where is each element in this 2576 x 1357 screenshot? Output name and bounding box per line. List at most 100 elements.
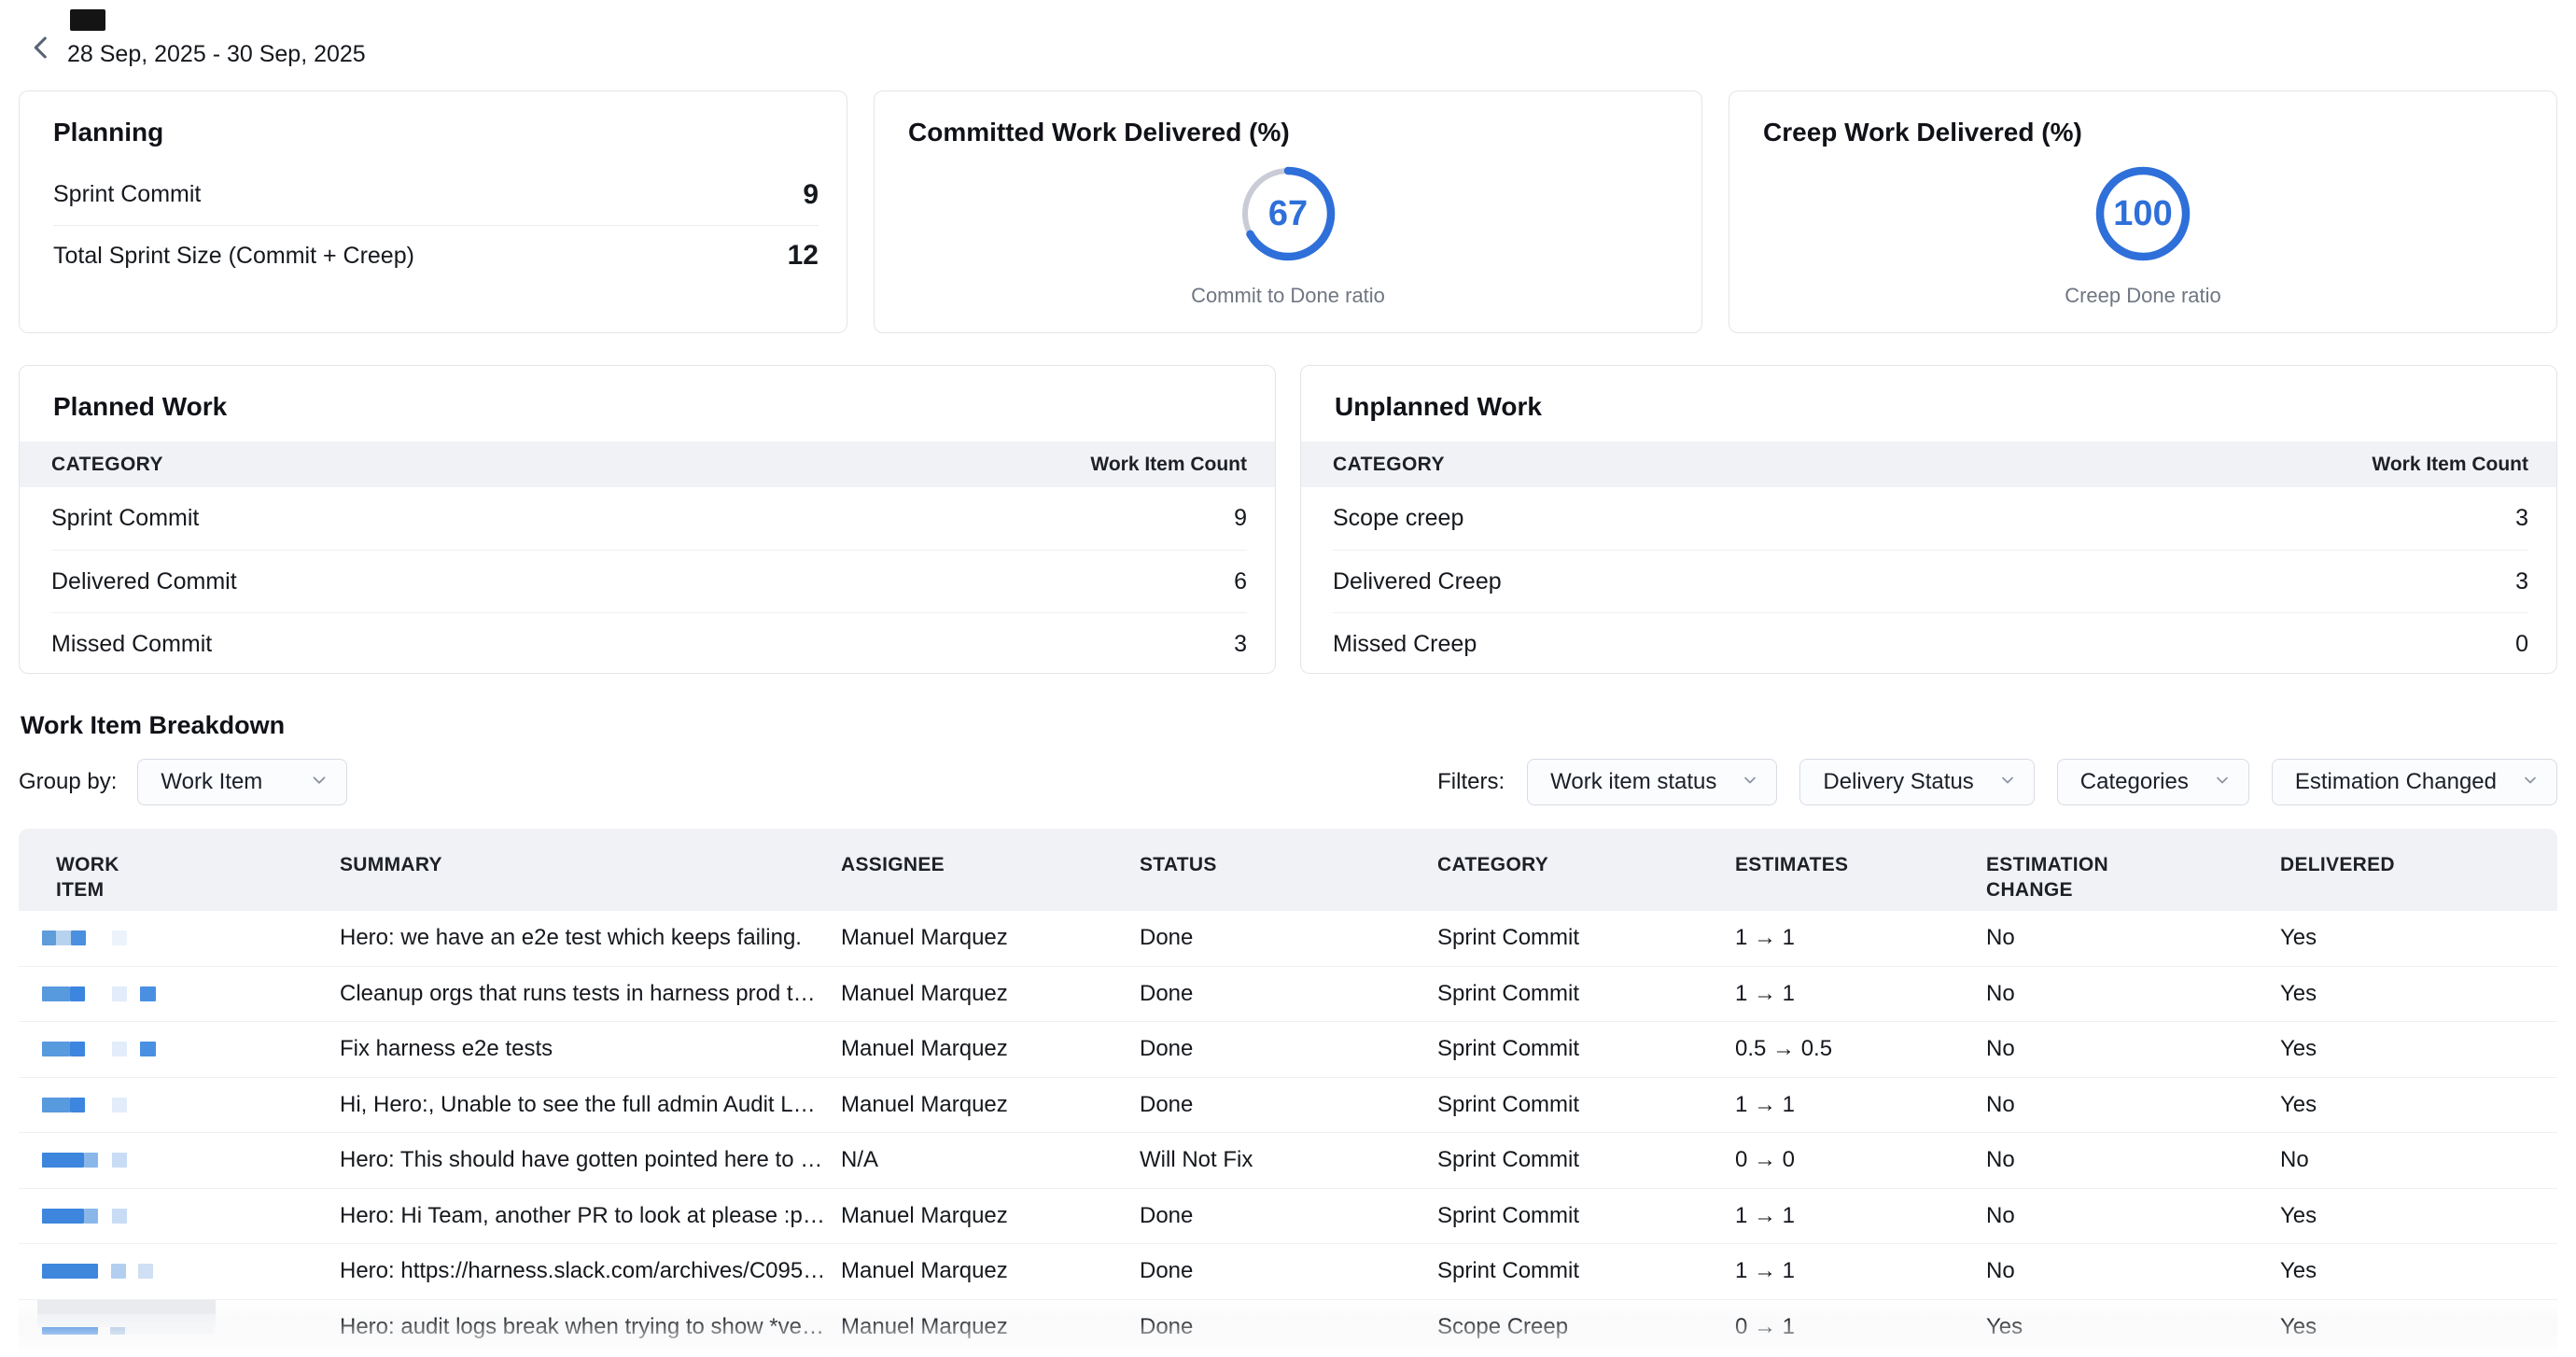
status-cell: Done <box>1140 1092 1437 1118</box>
status-cell: Done <box>1140 925 1437 951</box>
delivered-cell: Yes <box>2280 981 2557 1007</box>
count-cell: 0 <box>2515 631 2528 658</box>
work-item-id-redacted <box>112 986 127 1001</box>
group-by-label: Group by: <box>19 769 117 795</box>
work-item-row: Cleanup orgs that runs tests in harness … <box>19 967 2557 1023</box>
estimates-cell: 1 → 1 <box>1735 1258 1986 1284</box>
unplanned-work-rows: Scope creep 3 Delivered Creep 3 Missed C… <box>1333 487 2528 674</box>
metric-value: 9 <box>803 179 819 211</box>
category-row: Missed Commit 3 <box>51 612 1247 674</box>
estimates-cell: 0 → 1 <box>1735 1314 1986 1340</box>
work-item-id-redacted <box>84 1153 98 1168</box>
assignee-cell: Manuel Marquez <box>841 1036 1140 1062</box>
category-cell: Missed Creep <box>1333 631 1477 658</box>
table-header: CATEGORY Work Item Count <box>20 441 1275 487</box>
gauge-value: 67 <box>1237 162 1339 265</box>
delivered-cell: Yes <box>2280 1203 2557 1229</box>
estimates-cell: 1 → 1 <box>1735 925 1986 951</box>
work-item-cell <box>19 1042 340 1056</box>
column-header: CATEGORY <box>1437 829 1735 911</box>
column-header: ASSIGNEE <box>841 829 1140 911</box>
delivered-cell: Yes <box>2280 1092 2557 1118</box>
work-item-id-redacted <box>70 986 85 1001</box>
count-cell: 3 <box>2515 505 2528 532</box>
estimates-cell: 0 → 0 <box>1735 1147 1986 1173</box>
work-item-id-redacted <box>112 930 127 945</box>
category-row: Delivered Creep 3 <box>1333 550 2528 612</box>
work-item-id-redacted <box>84 1209 98 1224</box>
estimation-change-cell: No <box>1986 1147 2280 1173</box>
date-range: 28 Sep, 2025 - 30 Sep, 2025 <box>67 41 366 68</box>
assignee-cell: Manuel Marquez <box>841 925 1140 951</box>
gauge-value: 100 <box>2092 162 2194 265</box>
metric-label: Total Sprint Size (Commit + Creep) <box>53 243 414 270</box>
filter-select-delivery-status[interactable]: Delivery Status <box>1799 759 2034 805</box>
work-item-id-redacted <box>42 1098 70 1112</box>
redaction-bar <box>37 1300 216 1314</box>
column-header-count: Work Item Count <box>2372 454 2528 476</box>
estimation-change-cell: No <box>1986 1203 2280 1229</box>
work-item-row: Fix harness e2e tests Manuel Marquez Don… <box>19 1022 2557 1078</box>
filter-value: Estimation Changed <box>2295 769 2497 795</box>
sprint-title-redacted <box>70 9 105 31</box>
work-item-row: Hero: This should have gotten pointed he… <box>19 1133 2557 1189</box>
back-button[interactable] <box>22 30 60 67</box>
category-cell: Delivered Creep <box>1333 568 1502 595</box>
category-cell: Sprint Commit <box>1437 925 1735 951</box>
filters-bar: Filters: Work item status Delivery Statu… <box>1437 759 2557 805</box>
committed-work-card: Committed Work Delivered (%) 67 Commit t… <box>874 91 1702 333</box>
work-item-cell <box>19 986 340 1001</box>
metric-value: 12 <box>788 240 819 272</box>
filter-value: Categories <box>2080 769 2189 795</box>
category-cell: Scope creep <box>1333 505 1463 532</box>
gauge-caption: Commit to Done ratio <box>875 284 1701 308</box>
column-header-category: CATEGORY <box>51 454 163 476</box>
assignee-cell: Manuel Marquez <box>841 981 1140 1007</box>
work-item-row: Hero: we have an e2e test which keeps fa… <box>19 911 2557 967</box>
estimates-cell: 1 → 1 <box>1735 1092 1986 1118</box>
assignee-cell: Manuel Marquez <box>841 1258 1140 1284</box>
unplanned-work-card: Unplanned Work CATEGORY Work Item Count … <box>1300 365 2557 674</box>
filters-label: Filters: <box>1437 769 1505 795</box>
category-row: Sprint Commit 9 <box>51 487 1247 550</box>
summary-cell: Hero: Hi Team, another PR to look at ple… <box>340 1203 841 1229</box>
estimates-cell: 1 → 1 <box>1735 981 1986 1007</box>
work-item-id-redacted <box>112 1153 127 1168</box>
work-item-row: Hero: https://harness.slack.com/archives… <box>19 1244 2557 1300</box>
table-header: CATEGORY Work Item Count <box>1301 441 2556 487</box>
count-cell: 3 <box>1234 631 1247 658</box>
work-item-id-redacted <box>70 1098 85 1112</box>
estimates-cell: 1 → 1 <box>1735 1203 1986 1229</box>
column-header: DELIVERED <box>2280 829 2557 911</box>
category-cell: Sprint Commit <box>51 505 199 532</box>
estimation-change-cell: No <box>1986 981 2280 1007</box>
breakdown-controls: Group by: Work Item Filters: Work item s… <box>19 759 2557 805</box>
work-item-id-redacted <box>42 930 56 945</box>
creep-work-card: Creep Work Delivered (%) 100 Creep Done … <box>1729 91 2557 333</box>
card-title: Creep Work Delivered (%) <box>1763 118 2082 147</box>
work-item-id-redacted <box>70 1042 85 1056</box>
status-cell: Done <box>1140 981 1437 1007</box>
creep-gauge: 100 <box>2092 162 2194 265</box>
group-by-select[interactable]: Work Item <box>137 759 347 805</box>
card-title: Unplanned Work <box>1335 392 1542 422</box>
summary-cell: Hi, Hero:, Unable to see the full admin … <box>340 1092 841 1118</box>
summary-cards-row: Planning Sprint Commit 9 Total Sprint Si… <box>19 91 2557 333</box>
work-item-cell <box>19 1209 340 1224</box>
count-cell: 6 <box>1234 568 1247 595</box>
summary-cell: Fix harness e2e tests <box>340 1036 841 1062</box>
status-cell: Done <box>1140 1258 1437 1284</box>
chevron-left-icon <box>25 52 57 66</box>
work-item-row: Hero: Hi Team, another PR to look at ple… <box>19 1189 2557 1245</box>
column-header-count: Work Item Count <box>1090 454 1247 476</box>
category-cell: Delivered Commit <box>51 568 237 595</box>
filter-select-categories[interactable]: Categories <box>2057 759 2249 805</box>
breakdown-title: Work Item Breakdown <box>21 711 285 740</box>
filter-select-work-item-status[interactable]: Work item status <box>1527 759 1777 805</box>
work-item-cell <box>19 1153 340 1168</box>
estimation-change-cell: No <box>1986 925 2280 951</box>
work-item-table-body: Hero: we have an e2e test which keeps fa… <box>19 911 2557 1355</box>
work-item-cell <box>19 1098 340 1112</box>
work-item-id-redacted <box>71 930 86 945</box>
filter-select-estimation-changed[interactable]: Estimation Changed <box>2272 759 2557 805</box>
